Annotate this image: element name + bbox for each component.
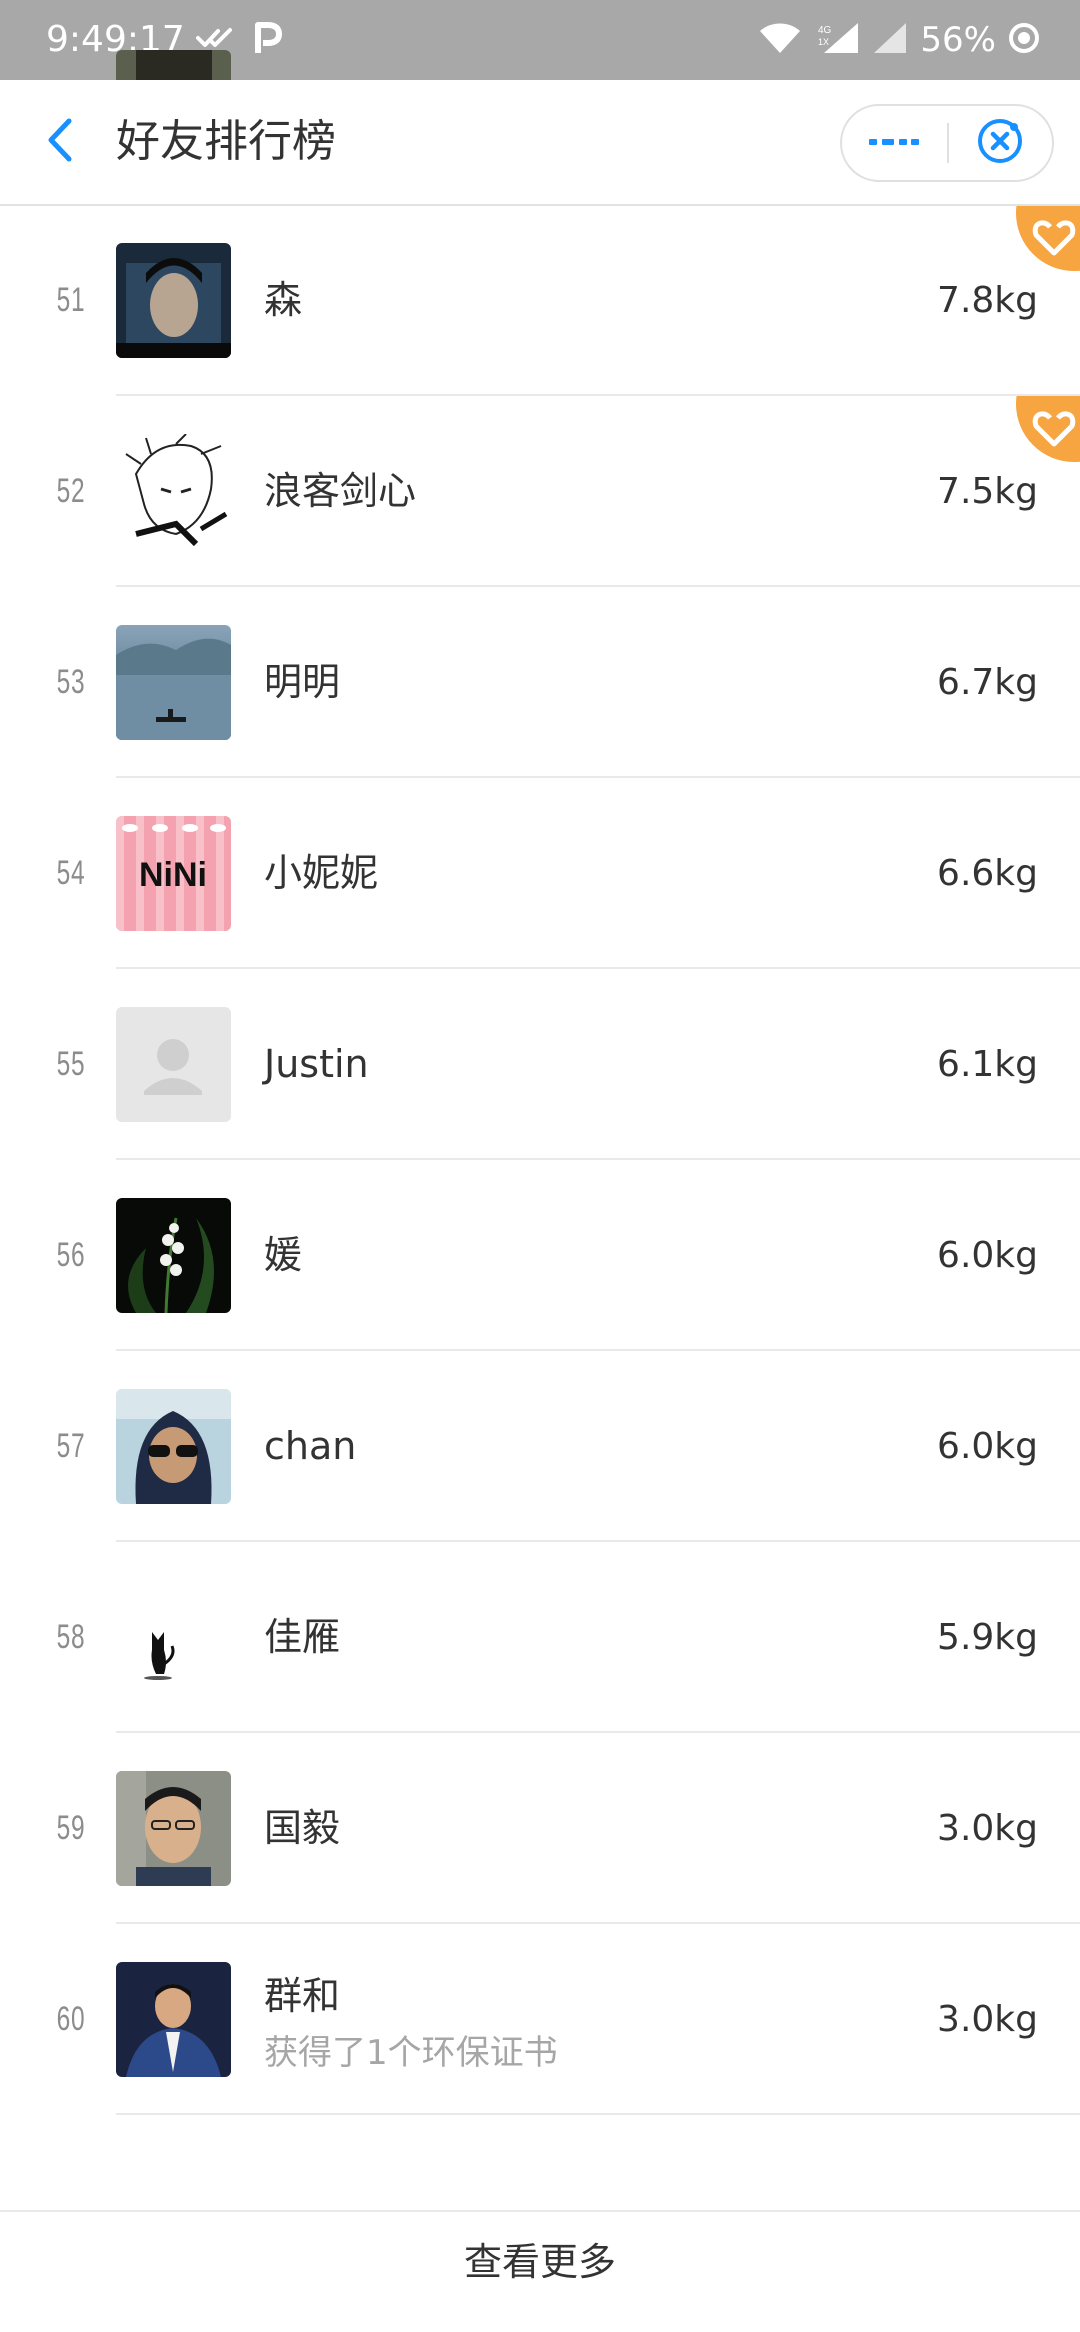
page-title: 好友排行榜	[116, 116, 336, 167]
table-row[interactable]: 58 佳雁 5.9kg	[0, 1542, 1080, 1733]
heart-icon	[1014, 155, 1080, 275]
avatar	[116, 1771, 231, 1886]
avatar	[116, 1198, 231, 1313]
friend-name: 佳雁	[264, 1615, 341, 1659]
friend-name: 小妮妮	[264, 851, 379, 895]
avatar	[116, 1389, 231, 1504]
rank-number: 58	[56, 1618, 86, 1656]
avatar	[116, 243, 231, 358]
weight-value: 3.0kg	[937, 1808, 1038, 1849]
avatar	[116, 434, 231, 549]
rank-number: 52	[56, 472, 86, 510]
more-icon	[868, 134, 921, 153]
table-row[interactable]: 55 Justin 6.1kg	[0, 969, 1080, 1160]
more-button[interactable]	[842, 106, 947, 180]
rank-number: 57	[56, 1427, 86, 1465]
ranking-list: 50 王大疯子 11.5kg 51 森 7.8kg	[0, 50, 1080, 2115]
avatar: NiNi	[116, 816, 231, 931]
avatar	[116, 1580, 231, 1695]
weight-value: 3.0kg	[937, 1999, 1038, 2040]
table-row[interactable]: 57 chan 6.0kg	[0, 1351, 1080, 1542]
mini-program-capsule	[840, 104, 1054, 182]
friend-name: 森	[264, 278, 303, 322]
weight-value: 6.0kg	[937, 1426, 1038, 1467]
rank-number: 51	[56, 281, 86, 319]
friend-name: 明明	[264, 660, 341, 704]
see-more-button[interactable]: 查看更多	[0, 2210, 1080, 2332]
weight-value: 6.1kg	[937, 1044, 1038, 1085]
table-row[interactable]: 51 森 7.8kg	[0, 155, 1080, 396]
weight-value: 5.9kg	[937, 1617, 1038, 1658]
heart-badge[interactable]	[1014, 346, 1080, 462]
table-row[interactable]: 56 媛 6.0kg	[0, 1160, 1080, 1351]
table-row[interactable]: 53 明明 6.7kg	[0, 587, 1080, 778]
rank-number: 54	[56, 854, 86, 892]
friend-name: 媛	[264, 1233, 303, 1277]
avatar	[116, 625, 231, 740]
weight-value: 6.0kg	[937, 1235, 1038, 1276]
close-button[interactable]	[949, 106, 1052, 180]
rank-number: 53	[56, 663, 86, 701]
heart-badge[interactable]	[1014, 155, 1080, 271]
friend-name: 国毅	[264, 1806, 341, 1850]
avatar-text: NiNi	[139, 856, 207, 894]
table-row[interactable]: 52 浪客剑心 7.5kg	[0, 346, 1080, 587]
avatar	[116, 1962, 231, 2077]
rank-number: 60	[56, 2000, 86, 2038]
close-circle-icon	[976, 117, 1024, 169]
table-row[interactable]: 54 NiNi 小妮妮 6.6kg	[0, 778, 1080, 969]
rank-number: 59	[56, 1809, 86, 1847]
rank-number: 55	[56, 1045, 86, 1083]
heart-icon	[1014, 346, 1080, 466]
avatar	[116, 1007, 231, 1122]
friend-name: 浪客剑心	[264, 469, 417, 513]
weight-value: 6.7kg	[937, 662, 1038, 703]
table-row[interactable]: 60 群和 获得了1个环保证书 3.0kg	[0, 1924, 1080, 2115]
table-row[interactable]: 59 国毅 3.0kg	[0, 1733, 1080, 1924]
chevron-left-icon	[45, 117, 75, 167]
weight-value: 6.6kg	[937, 853, 1038, 894]
friend-name: chan	[264, 1424, 357, 1468]
friend-name: Justin	[264, 1042, 369, 1086]
rank-number: 56	[56, 1236, 86, 1274]
achievement-text: 获得了1个环保证书	[264, 2033, 558, 2073]
friend-name: 群和	[264, 1974, 341, 2018]
back-button[interactable]	[28, 110, 92, 174]
nav-bar: 好友排行榜	[0, 80, 1080, 206]
